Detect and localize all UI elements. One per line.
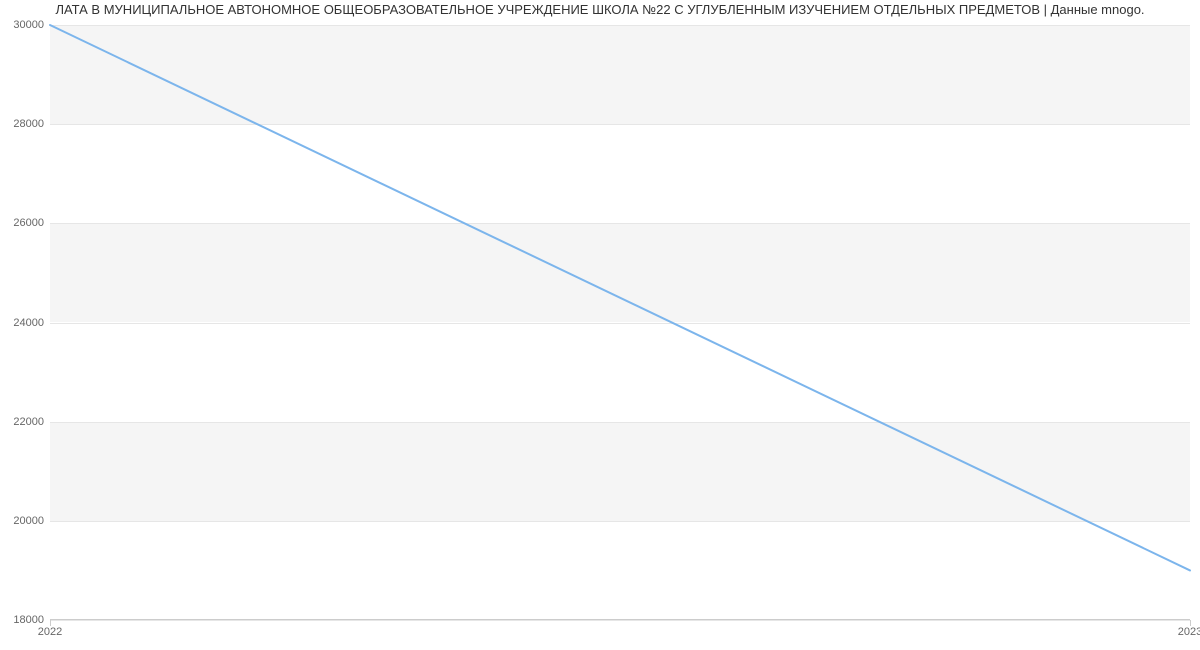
x-axis-tick: 2023 <box>1178 626 1200 638</box>
chart-title: ЛАТА В МУНИЦИПАЛЬНОЕ АВТОНОМНОЕ ОБЩЕОБРА… <box>0 2 1200 17</box>
data-series-line <box>50 25 1190 570</box>
y-axis-tick: 20000 <box>13 515 44 527</box>
chart-container: ЛАТА В МУНИЦИПАЛЬНОЕ АВТОНОМНОЕ ОБЩЕОБРА… <box>0 0 1200 650</box>
y-axis-tick: 28000 <box>13 118 44 130</box>
y-axis-tick: 26000 <box>13 217 44 229</box>
y-axis-tick: 24000 <box>13 317 44 329</box>
y-axis-tick: 22000 <box>13 416 44 428</box>
plot-area: 30000 28000 26000 24000 22000 20000 1800… <box>50 25 1190 620</box>
chart-line-svg <box>50 25 1190 620</box>
x-axis-tick: 2022 <box>38 626 62 638</box>
grid-line <box>50 620 1190 621</box>
y-axis-tick: 18000 <box>13 614 44 626</box>
y-axis-tick: 30000 <box>13 19 44 31</box>
